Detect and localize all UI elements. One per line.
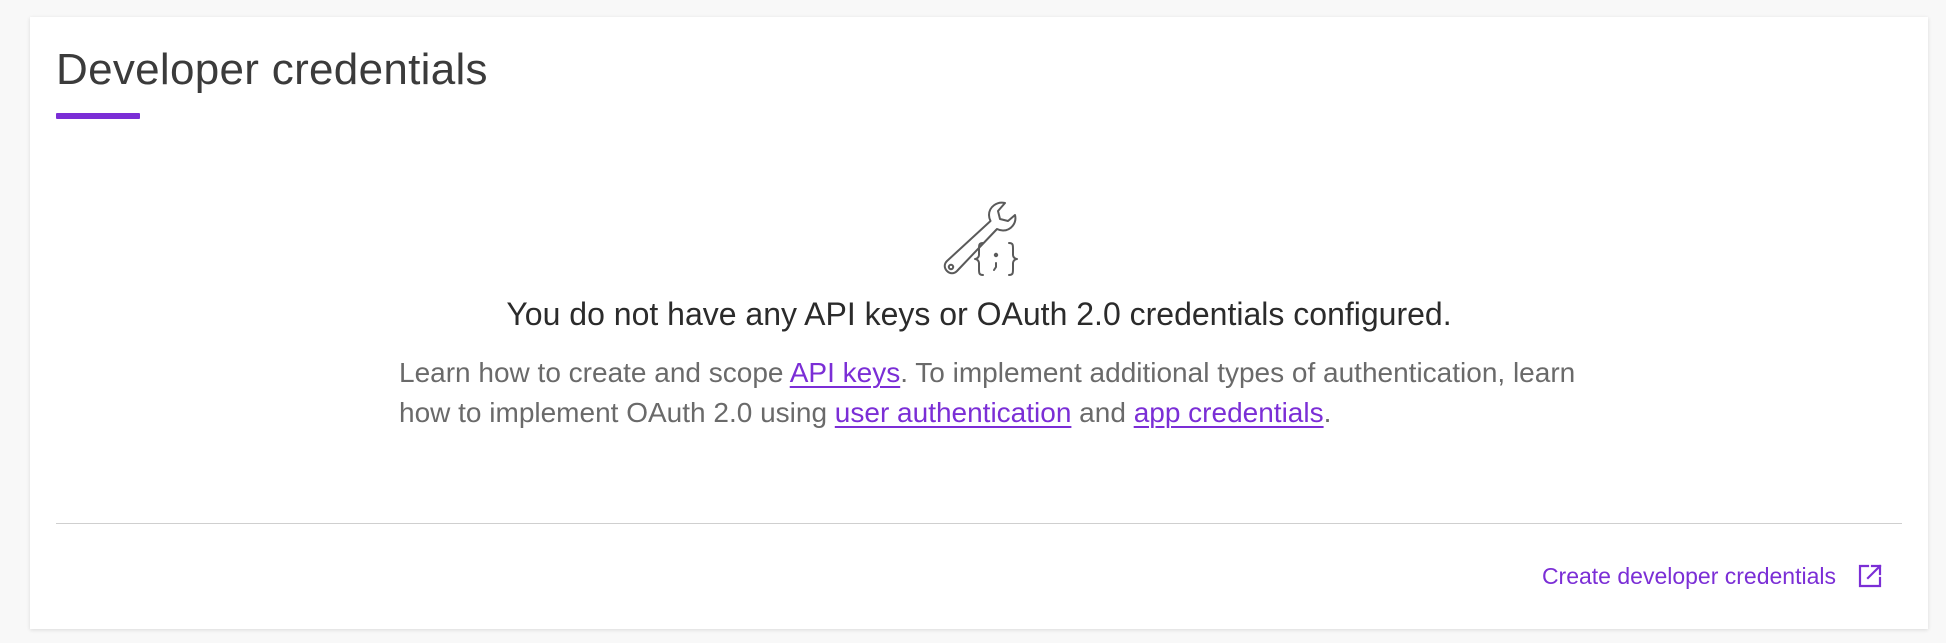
title-underline (56, 113, 140, 119)
desc-text-3: and (1071, 397, 1134, 428)
empty-state: You do not have any API keys or OAuth 2.… (30, 199, 1928, 433)
developer-credentials-card: Developer credentials You do not have an… (30, 17, 1928, 629)
empty-state-description: Learn how to create and scope API keys. … (359, 353, 1599, 433)
app-credentials-link[interactable]: app credentials (1134, 397, 1324, 428)
create-developer-credentials-button[interactable]: Create developer credentials (1542, 562, 1884, 590)
create-developer-credentials-label: Create developer credentials (1541, 562, 1836, 589)
footer-divider (56, 523, 1902, 524)
desc-text-1: Learn how to create and scope (399, 357, 790, 388)
api-keys-link[interactable]: API keys (790, 357, 900, 388)
wrench-code-icon (939, 199, 1019, 281)
empty-state-heading: You do not have any API keys or OAuth 2.… (506, 296, 1452, 332)
external-link-icon (1856, 562, 1884, 590)
card-title: Developer credentials (56, 45, 488, 94)
desc-text-4: . (1323, 397, 1332, 428)
user-authentication-link[interactable]: user authentication (835, 397, 1072, 428)
